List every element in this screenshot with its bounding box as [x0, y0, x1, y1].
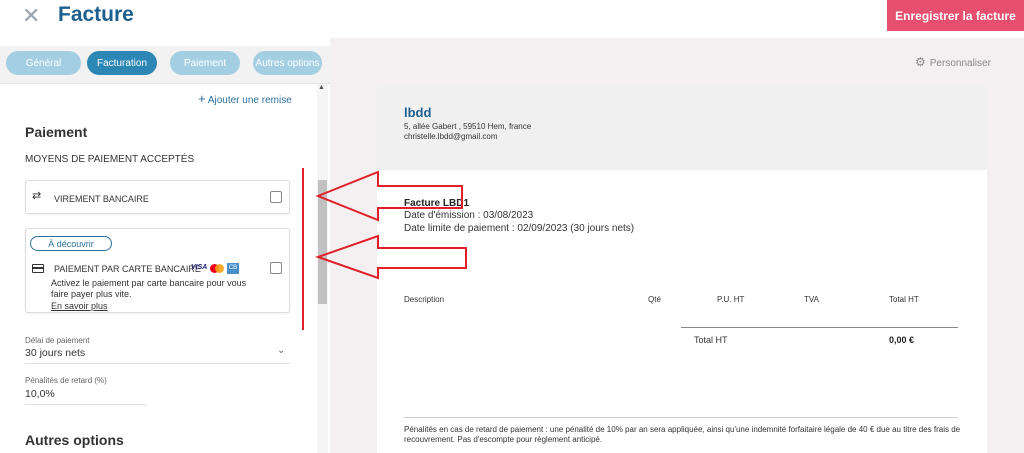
invoice-document: lbdd 5, allée Gabert , 59510 Hem, france…: [377, 85, 987, 453]
plus-icon: +: [198, 91, 206, 106]
bank-transfer-option[interactable]: ⇄ VIREMENT BANCAIRE: [25, 180, 290, 214]
tab-paiement[interactable]: Paiement: [170, 51, 240, 75]
bank-transfer-label: VIREMENT BANCAIRE: [54, 194, 149, 204]
tab-autres-options[interactable]: Autres options: [253, 51, 322, 75]
card-payment-option[interactable]: À découvrir PAIEMENT PAR CARTE BANCAIRE …: [25, 228, 290, 313]
page-title: Facture: [58, 3, 134, 26]
invoice-number: Facture LBD1: [404, 198, 470, 209]
payment-methods-title: MOYENS DE PAIEMENT ACCEPTÉS: [25, 154, 195, 165]
emission-date: Date d'émission : 03/08/2023: [404, 210, 534, 221]
column-vat: TVA: [804, 295, 819, 304]
card-payment-checkbox[interactable]: [270, 262, 282, 274]
learn-more-link[interactable]: En savoir plus: [51, 301, 108, 311]
company-email: christelle.lbdd@gmail.com: [404, 132, 498, 141]
other-options-title: Autres options: [25, 432, 124, 448]
customize-label: Personnaliser: [929, 58, 991, 69]
settings-panel: Général Facturation Paiement Autres opti…: [0, 38, 330, 453]
invoice-header-band: lbdd 5, allée Gabert , 59510 Hem, france…: [377, 85, 987, 170]
total-ht-label: Total HT: [694, 335, 728, 345]
scroll-up-icon[interactable]: ▲: [318, 84, 325, 91]
total-ht-value: 0,00 €: [889, 335, 915, 345]
visa-logo-icon: VISA: [191, 264, 208, 271]
column-quantity: Qté: [648, 295, 661, 304]
mastercard-logo-icon: [210, 264, 224, 273]
footer-separator: [404, 417, 958, 418]
gear-icon: ⚙: [915, 55, 926, 69]
add-discount-link[interactable]: + Ajouter une remise: [198, 91, 292, 106]
credit-card-icon: [32, 264, 44, 273]
tab-facturation[interactable]: Facturation: [87, 51, 157, 75]
due-date: Date limite de paiement : 02/09/2023 (30…: [404, 223, 635, 234]
invoice-preview-area: ⚙ Personnaliser lbdd 5, allée Gabert , 59…: [330, 38, 1024, 453]
tabs-bar: Général Facturation Paiement Autres opti…: [0, 46, 330, 84]
payment-delay-underline: [25, 363, 290, 364]
total-separator: [681, 327, 958, 328]
card-payment-label: PAIEMENT PAR CARTE BANCAIRE: [54, 264, 201, 274]
column-total: Total HT: [889, 295, 919, 304]
top-header: ✕ Facture Enregistrer la facture: [0, 0, 1024, 38]
customize-button[interactable]: ⚙ Personnaliser: [915, 55, 991, 69]
footer-penalty-text: Pénalités en cas de retard de paiement :…: [404, 425, 961, 444]
scrollbar-thumb[interactable]: [318, 180, 327, 304]
company-name: lbdd: [404, 105, 432, 120]
tab-general[interactable]: Général: [6, 51, 81, 75]
late-penalty-label: Pénalités de retard (%): [25, 376, 107, 385]
save-invoice-button[interactable]: Enregistrer la facture: [887, 0, 1024, 31]
late-penalty-input[interactable]: 10,0%: [25, 388, 55, 400]
payment-section-title: Paiement: [25, 124, 88, 140]
company-address: 5, allée Gabert , 59510 Hem, france: [404, 122, 532, 131]
close-icon[interactable]: ✕: [22, 4, 40, 29]
payment-delay-label: Délai de paiement: [25, 336, 90, 345]
payment-delay-select[interactable]: 30 jours nets: [25, 347, 85, 359]
chevron-down-icon[interactable]: ⌄: [277, 345, 285, 356]
add-discount-label: Ajouter une remise: [207, 95, 292, 106]
column-unit-price: P.U. HT: [717, 295, 745, 304]
late-penalty-underline: [25, 404, 147, 405]
bank-transfer-checkbox[interactable]: [270, 191, 282, 203]
transfer-arrows-icon: ⇄: [32, 189, 42, 202]
scrollbar[interactable]: ▲: [317, 84, 328, 453]
discover-badge[interactable]: À découvrir: [30, 236, 112, 251]
column-description: Description: [404, 295, 445, 304]
cb-logo-icon: CB: [227, 263, 239, 274]
card-payment-description: Activez le paiement par carte bancaire p…: [51, 278, 247, 299]
